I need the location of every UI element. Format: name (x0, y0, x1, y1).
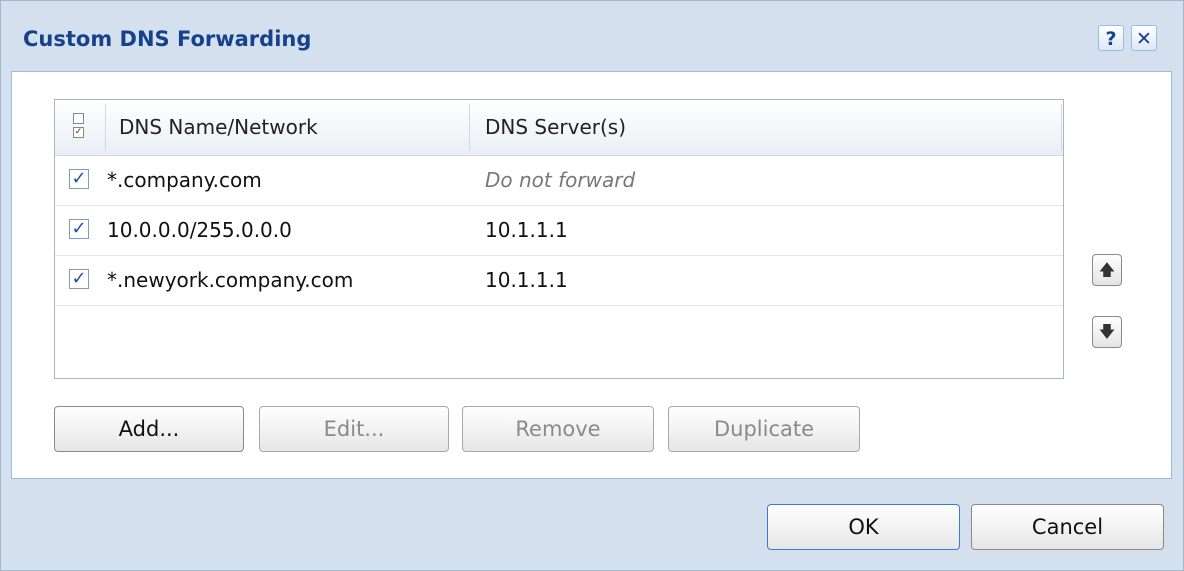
remove-button[interactable]: Remove (462, 406, 654, 452)
table-row[interactable]: ✓ 10.0.0.0/255.0.0.0 10.1.1.1 (55, 206, 1063, 256)
add-button[interactable]: Add... (54, 406, 244, 452)
title-bar: Custom DNS Forwarding ? ✕ (1, 1, 1183, 71)
column-header-dns-servers[interactable]: DNS Server(s) (485, 100, 626, 155)
row-checkbox[interactable]: ✓ (69, 219, 89, 239)
dialog-title: Custom DNS Forwarding (23, 27, 312, 51)
dns-server-cell: 10.1.1.1 (485, 268, 568, 292)
row-checkbox[interactable]: ✓ (69, 269, 89, 289)
move-up-button[interactable]: 🡅 (1092, 254, 1122, 286)
dns-name-cell: 10.0.0.0/255.0.0.0 (107, 218, 292, 242)
edit-button[interactable]: Edit... (259, 406, 449, 452)
dns-server-cell: Do not forward (485, 168, 636, 192)
dns-server-cell: 10.1.1.1 (485, 218, 568, 242)
custom-dns-forwarding-dialog: Custom DNS Forwarding ? ✕ ✓ DNS Name/Net… (0, 0, 1184, 571)
cancel-button[interactable]: Cancel (971, 504, 1164, 550)
duplicate-button[interactable]: Duplicate (668, 406, 860, 452)
close-icon[interactable]: ✕ (1131, 25, 1157, 51)
select-all-checkbox-icon[interactable]: ✓ (73, 113, 87, 143)
column-header-dns-name[interactable]: DNS Name/Network (119, 100, 318, 155)
dns-name-cell: *.newyork.company.com (107, 268, 354, 292)
down-arrow-icon: 🡇 (1098, 322, 1116, 341)
table-row[interactable]: ✓ *.newyork.company.com 10.1.1.1 (55, 256, 1063, 306)
up-arrow-icon: 🡅 (1098, 260, 1116, 279)
move-down-button[interactable]: 🡇 (1092, 316, 1122, 348)
table-row[interactable]: ✓ *.company.com Do not forward (55, 156, 1063, 206)
help-icon[interactable]: ? (1098, 25, 1124, 51)
content-panel: ✓ DNS Name/Network DNS Server(s) ✓ *.com… (11, 71, 1172, 479)
dns-forwarding-table: ✓ DNS Name/Network DNS Server(s) ✓ *.com… (54, 99, 1064, 379)
row-checkbox[interactable]: ✓ (69, 169, 89, 189)
dns-name-cell: *.company.com (107, 168, 262, 192)
table-header: ✓ DNS Name/Network DNS Server(s) (55, 100, 1063, 156)
ok-button[interactable]: OK (767, 504, 960, 550)
